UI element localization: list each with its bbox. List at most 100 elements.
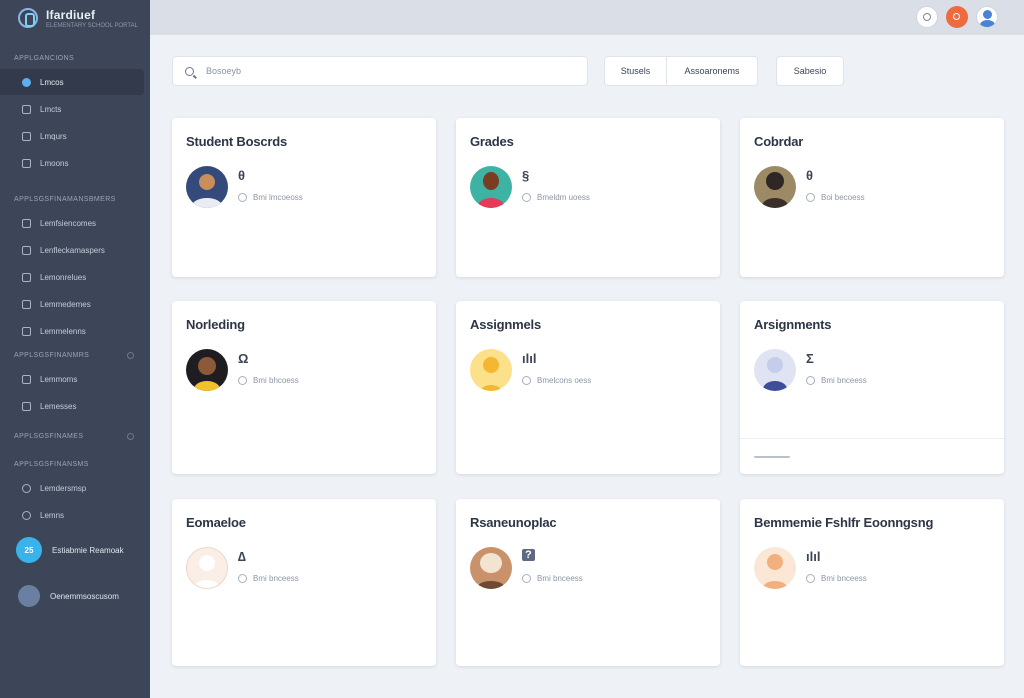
card-title: Rsaneunoplac bbox=[470, 515, 557, 530]
info-icon bbox=[238, 574, 247, 583]
app-logo[interactable]: Ifardiuef ELEMENTARY SCHOOL PORTAL bbox=[0, 0, 150, 36]
settings-icon[interactable] bbox=[916, 6, 938, 28]
nav-item-icon bbox=[22, 374, 31, 384]
collapse-icon bbox=[127, 432, 134, 440]
sidebar-item-12[interactable]: Lemdersmsp bbox=[0, 475, 144, 501]
nav-globe-icon bbox=[22, 483, 31, 493]
card-grades[interactable]: Grades § Bmeldm uoess bbox=[456, 118, 720, 277]
search-input[interactable] bbox=[206, 66, 566, 76]
card-notifications[interactable]: Norleding Ω Bmi bhcoess bbox=[172, 301, 436, 474]
card-meta: Bmi bnceess bbox=[806, 574, 867, 583]
info-icon bbox=[522, 376, 531, 385]
avatar bbox=[470, 547, 512, 589]
card-meta: Boi becoess bbox=[806, 193, 865, 202]
avatar bbox=[186, 166, 228, 208]
avatar bbox=[470, 349, 512, 391]
info-icon bbox=[238, 376, 247, 385]
sidebar-item-4[interactable]: Lmoons bbox=[0, 150, 144, 176]
nav-section-3[interactable]: Applsgsfinanmrs bbox=[0, 345, 150, 365]
card-value: Σ bbox=[806, 351, 814, 366]
avatar: 25 bbox=[16, 537, 42, 563]
nav-section-5: Applsgsfinansms bbox=[14, 460, 89, 468]
card-title: Cobrdar bbox=[754, 134, 804, 149]
card-value: ılıl bbox=[806, 549, 821, 564]
card-meta: Bmi bnceess bbox=[522, 574, 583, 583]
user-name: Oenemmsoscusom bbox=[50, 591, 119, 601]
card-assignments-2[interactable]: Arsignments Σ Bmi bnceess bbox=[740, 301, 1004, 474]
card-meta: Bmi lmcoeoss bbox=[238, 193, 303, 202]
card-title: Bemmemie Fshlfr Eoonngsng bbox=[754, 515, 934, 530]
nav-section-4[interactable]: Applsgsfinames bbox=[0, 426, 150, 446]
settings-button[interactable]: Sabesio bbox=[776, 56, 844, 86]
sidebar-item-8[interactable]: Lemmedemes bbox=[0, 291, 144, 317]
info-icon bbox=[522, 574, 531, 583]
card-value: § bbox=[522, 168, 530, 183]
card-row3-3[interactable]: Bemmemie Fshlfr Eoonngsng ılıl Bmi bncee… bbox=[740, 499, 1004, 666]
notification-icon[interactable] bbox=[946, 6, 968, 28]
sidebar-item-10[interactable]: Lemmoms bbox=[0, 366, 144, 392]
card-value: θ bbox=[806, 168, 814, 183]
app-subtitle: ELEMENTARY SCHOOL PORTAL bbox=[46, 22, 138, 29]
info-icon bbox=[238, 193, 247, 202]
avatar bbox=[186, 547, 228, 589]
card-student-records[interactable]: Student Boscrds θ Bmi lmcoeoss bbox=[172, 118, 436, 277]
card-row3-1[interactable]: Eomaeloe ∆ Bmi bnceess bbox=[172, 499, 436, 666]
nav-square-icon bbox=[22, 104, 31, 114]
card-title: Arsignments bbox=[754, 317, 832, 332]
nav-item-icon bbox=[22, 401, 31, 411]
avatar bbox=[18, 585, 40, 607]
card-calendar[interactable]: Cobrdar θ Boi becoess bbox=[740, 118, 1004, 277]
nav-item-icon bbox=[22, 218, 31, 228]
card-meta: Bmi bhcoess bbox=[238, 376, 299, 385]
avatar bbox=[754, 166, 796, 208]
info-icon bbox=[806, 193, 815, 202]
card-value: θ bbox=[238, 168, 246, 183]
filter-button-group: Stusels Assoaronems bbox=[604, 56, 758, 86]
card-value: ∆ bbox=[238, 549, 246, 564]
sidebar-item-2[interactable]: Lmcts bbox=[0, 96, 144, 122]
card-value: ? bbox=[522, 549, 535, 561]
info-icon bbox=[522, 193, 531, 202]
nav-dot-icon bbox=[22, 77, 31, 87]
card-row3-2[interactable]: Rsaneunoplac ? Bmi bnceess bbox=[456, 499, 720, 666]
card-assignments[interactable]: Assignmels ılıl Bmelcons oess bbox=[456, 301, 720, 474]
card-meta: Bmi bnceess bbox=[238, 574, 299, 583]
sidebar-item-5[interactable]: Lemfsiencomes bbox=[0, 210, 144, 236]
user-profile-primary[interactable]: 25 Estiabmie Reamoak bbox=[0, 537, 150, 563]
collapse-icon bbox=[127, 351, 134, 359]
card-meta: Bmelcons oess bbox=[522, 376, 591, 385]
nav-section-2: Applsgsfinamansbmers bbox=[14, 195, 116, 203]
avatar bbox=[754, 547, 796, 589]
sidebar-item-11[interactable]: Lemesses bbox=[0, 393, 144, 419]
nav-item-icon bbox=[22, 299, 31, 309]
logo-icon bbox=[18, 8, 38, 28]
sidebar-item-13[interactable]: Lemns bbox=[0, 502, 144, 528]
user-name: Estiabmie Reamoak bbox=[52, 545, 124, 555]
user-profile-secondary[interactable]: Oenemmsoscusom bbox=[0, 585, 150, 607]
search-icon bbox=[185, 66, 194, 76]
students-button[interactable]: Stusels bbox=[605, 57, 667, 85]
sidebar-item-3[interactable]: Lmqurs bbox=[0, 123, 144, 149]
sidebar-item-9[interactable]: Lemmelenns bbox=[0, 318, 144, 344]
card-title: Grades bbox=[470, 134, 514, 149]
info-icon bbox=[806, 574, 815, 583]
sidebar-item-6[interactable]: Lenfleckamaspers bbox=[0, 237, 144, 263]
search-bar[interactable] bbox=[172, 56, 588, 86]
card-title: Eomaeloe bbox=[186, 515, 246, 530]
card-title: Assignmels bbox=[470, 317, 541, 332]
user-avatar-icon[interactable] bbox=[976, 6, 998, 28]
nav-gear-icon bbox=[22, 131, 31, 141]
nav-clock-icon bbox=[22, 510, 31, 520]
app-name: Ifardiuef bbox=[46, 7, 96, 22]
card-value: ılıl bbox=[522, 351, 537, 366]
info-icon bbox=[806, 376, 815, 385]
assessments-button[interactable]: Assoaronems bbox=[667, 57, 757, 85]
card-title: Norleding bbox=[186, 317, 245, 332]
card-footer-line bbox=[754, 456, 790, 458]
sidebar-item-7[interactable]: Lemonrelues bbox=[0, 264, 144, 290]
card-divider bbox=[740, 438, 1004, 439]
nav-section-applications: Applgancions bbox=[14, 54, 75, 62]
card-meta: Bmeldm uoess bbox=[522, 193, 590, 202]
sidebar-item-1[interactable]: Lmcos bbox=[0, 69, 144, 95]
avatar bbox=[186, 349, 228, 391]
